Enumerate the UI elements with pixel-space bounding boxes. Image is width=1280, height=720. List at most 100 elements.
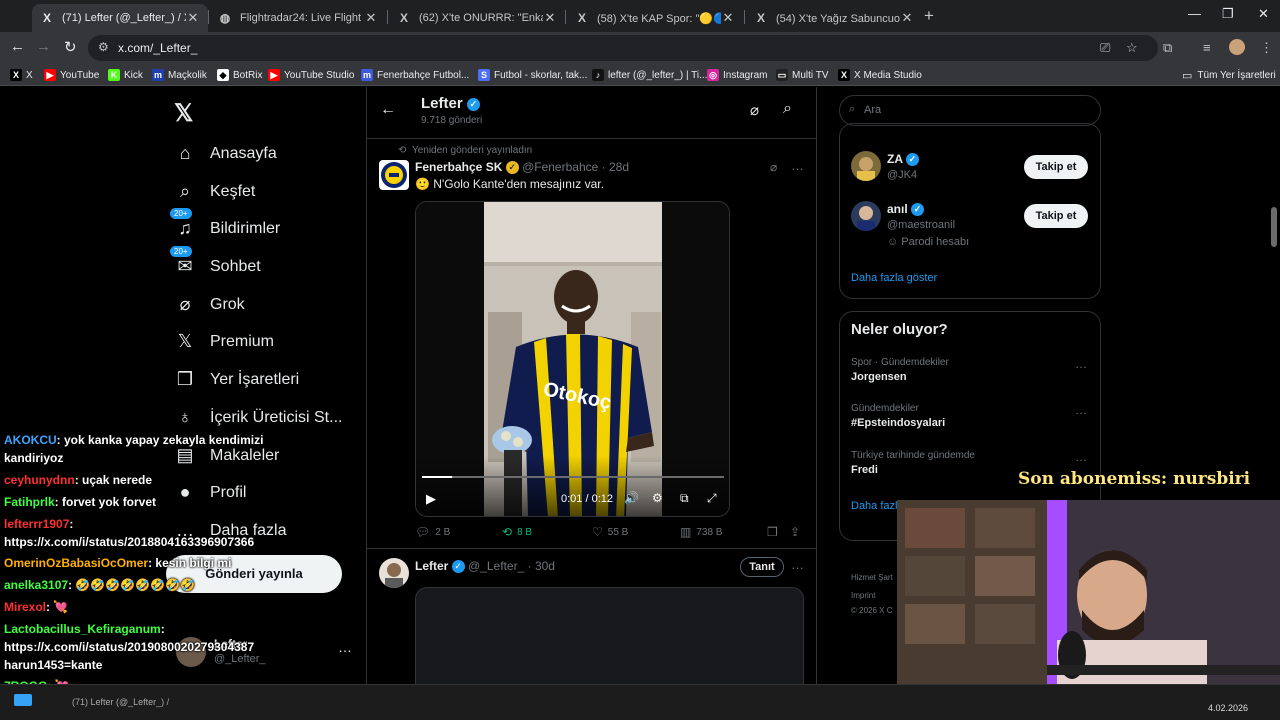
- bookmark-item[interactable]: ▶ YouTube: [44, 69, 99, 81]
- follow-button[interactable]: Takip et: [1024, 204, 1088, 228]
- follow-button[interactable]: Takip et: [1024, 155, 1088, 179]
- profile-avatar-icon[interactable]: [1229, 39, 1245, 55]
- repost-button[interactable]: ⟲ 8 B: [502, 525, 532, 539]
- trend-name[interactable]: Fredi: [851, 464, 878, 476]
- chat-text: : 💘: [46, 600, 69, 614]
- share-button[interactable]: ⇪: [790, 525, 805, 539]
- search-input[interactable]: Ara: [839, 95, 1101, 126]
- search-icon: ⌕: [849, 103, 856, 115]
- browser-tab[interactable]: ◍ Flightradar24: Live Flight Tracker✕: [210, 4, 386, 32]
- fullscreen-icon[interactable]: ⤢: [707, 491, 717, 506]
- taskbar-window-title[interactable]: (71) Lefter (@_Lefter_) /: [72, 697, 169, 707]
- close-tab-icon[interactable]: ✕: [364, 10, 378, 26]
- bookmark-button[interactable]: ❒: [767, 525, 783, 539]
- account-more-icon[interactable]: …: [338, 639, 352, 655]
- back-icon[interactable]: ←: [10, 38, 25, 55]
- settings-icon[interactable]: ⚙: [652, 491, 663, 505]
- bookmark-item[interactable]: m Maçkolik: [152, 69, 207, 81]
- suggestion-avatar-za[interactable]: [851, 151, 881, 181]
- nav-item[interactable]: ✉ Sohbet: [174, 256, 260, 277]
- video-progress-track[interactable]: [422, 476, 724, 478]
- repost-handle[interactable]: @Fenerbahce: [522, 160, 598, 174]
- x-logo-icon[interactable]: 𝕏: [174, 99, 193, 128]
- nav-item[interactable]: ⌂ Anasayfa: [174, 143, 277, 164]
- search-icon[interactable]: ⌕: [783, 100, 792, 118]
- nav-item[interactable]: ⌕ Keşfet: [174, 181, 255, 202]
- trend-more-icon[interactable]: …: [1075, 450, 1087, 464]
- tweet-more-icon[interactable]: …: [791, 158, 804, 173]
- browser-tab[interactable]: X (54) X'te Yağız Sabuncuoğlu: "🟡✕: [746, 4, 922, 32]
- new-tab-button[interactable]: +: [924, 6, 942, 26]
- address-bar[interactable]: [88, 35, 1158, 61]
- views-button[interactable]: ▥ 738 B: [680, 525, 722, 539]
- browser-menu-icon[interactable]: ⋮: [1260, 40, 1273, 56]
- maximize-button[interactable]: ❐: [1222, 6, 1234, 22]
- trend-more-icon[interactable]: …: [1075, 403, 1087, 417]
- suggestion-avatar-anil[interactable]: [851, 201, 881, 231]
- bookmark-item[interactable]: ▭ Multi TV: [776, 69, 829, 81]
- trend-more-icon[interactable]: …: [1075, 357, 1087, 371]
- repost-time[interactable]: 28d: [609, 160, 629, 174]
- bookmark-item[interactable]: XX: [10, 69, 33, 81]
- close-tab-icon[interactable]: ✕: [721, 10, 735, 26]
- close-window-button[interactable]: ✕: [1258, 6, 1269, 22]
- minimize-button[interactable]: —: [1188, 6, 1201, 21]
- page-scrollbar[interactable]: [1271, 207, 1277, 247]
- chat-message: kandiriyoz: [4, 451, 63, 465]
- taskbar-app-icon[interactable]: [14, 694, 32, 706]
- close-tab-icon[interactable]: ✕: [900, 10, 914, 26]
- nav-item[interactable]: ❒ Yer İşaretleri: [174, 369, 299, 390]
- nav-item[interactable]: 𝕏 Premium: [174, 331, 274, 352]
- lefter-avatar[interactable]: [379, 558, 409, 588]
- bookmark-item[interactable]: K Kick: [108, 69, 143, 81]
- all-bookmarks-folder[interactable]: ▭ Tüm Yer İşaretleri: [1182, 69, 1276, 82]
- bookmark-star-icon[interactable]: ☆: [1126, 40, 1138, 56]
- bookmark-item[interactable]: m Fenerbahçe Futbol...: [361, 69, 469, 81]
- post2-time[interactable]: 30d: [535, 559, 555, 573]
- footer-imprint[interactable]: Imprint: [851, 591, 875, 600]
- post2-author[interactable]: Lefter: [415, 559, 448, 573]
- forward-icon[interactable]: →: [36, 38, 51, 55]
- nav-item[interactable]: ● Profil: [174, 482, 247, 503]
- reply-button[interactable]: 💬︎ 2 B: [415, 525, 450, 539]
- footer-terms[interactable]: Hizmet Şart: [851, 573, 893, 582]
- trend-name[interactable]: Jorgensen: [851, 371, 907, 383]
- bookmark-item[interactable]: ♪ lefter (@_lefter_) | Ti...: [592, 69, 707, 81]
- repost-author[interactable]: Fenerbahçe SK: [415, 160, 502, 174]
- volume-icon[interactable]: 🔊: [624, 491, 639, 505]
- post2-handle[interactable]: @_Lefter_: [468, 559, 524, 573]
- grok-icon[interactable]: ⌀: [750, 101, 759, 119]
- video-player[interactable]: Otokoç ▶ 0:01 / 0:12 🔊 ⚙ ⧉ ⤢: [415, 201, 730, 517]
- like-button[interactable]: ♡ 55 B: [592, 525, 628, 539]
- grok-tweet-icon[interactable]: ⌀: [770, 160, 777, 174]
- fenerbahce-avatar[interactable]: [379, 160, 409, 190]
- browser-tab[interactable]: X (71) Lefter (@_Lefter_) / X ✕: [32, 4, 208, 32]
- bookmark-item[interactable]: ◆ BotRix: [217, 69, 262, 81]
- bookmark-item[interactable]: X X Media Studio: [838, 69, 922, 81]
- bookmark-item[interactable]: S Futbol - skorlar, tak...: [478, 69, 587, 81]
- nav-item[interactable]: ♁ İçerik Üreticisi St...: [174, 407, 342, 428]
- nav-item[interactable]: ▤ Makaleler: [174, 445, 279, 466]
- install-app-icon[interactable]: ⎚: [1100, 40, 1110, 56]
- nav-item[interactable]: ⌀ Grok: [174, 294, 245, 315]
- post2-more-icon[interactable]: …: [791, 557, 804, 572]
- media-icon[interactable]: ≡: [1203, 40, 1211, 55]
- close-tab-icon[interactable]: ✕: [543, 10, 557, 26]
- back-arrow-icon[interactable]: ←: [380, 101, 396, 119]
- bookmark-item[interactable]: ▶ YouTube Studio: [268, 69, 354, 81]
- extensions-icon[interactable]: ⧉: [1163, 40, 1172, 56]
- play-icon[interactable]: ▶: [426, 491, 436, 507]
- trends-more-link[interactable]: Daha fazla: [851, 500, 904, 512]
- browser-tab[interactable]: X (58) X'te KAP Spor: "🟡🔵 #Fen✕: [567, 4, 743, 32]
- site-info-icon[interactable]: ⚙: [98, 40, 109, 54]
- url-text[interactable]: x.com/_Lefter_: [118, 41, 197, 55]
- browser-tab[interactable]: X (62) X'te ONURRR: "Enkaz olunca✕: [389, 4, 565, 32]
- trend-name[interactable]: #Epsteindosyalari: [851, 417, 945, 429]
- pip-icon[interactable]: ⧉: [680, 491, 689, 506]
- nav-item[interactable]: ♫ Bildirimler: [174, 218, 280, 239]
- reload-icon[interactable]: ↻: [64, 38, 77, 56]
- bookmark-item[interactable]: ◎ Instagram: [707, 69, 767, 81]
- show-more-link[interactable]: Daha fazla göster: [851, 272, 937, 284]
- promote-button[interactable]: Tanıt: [740, 557, 784, 577]
- close-tab-icon[interactable]: ✕: [186, 10, 200, 26]
